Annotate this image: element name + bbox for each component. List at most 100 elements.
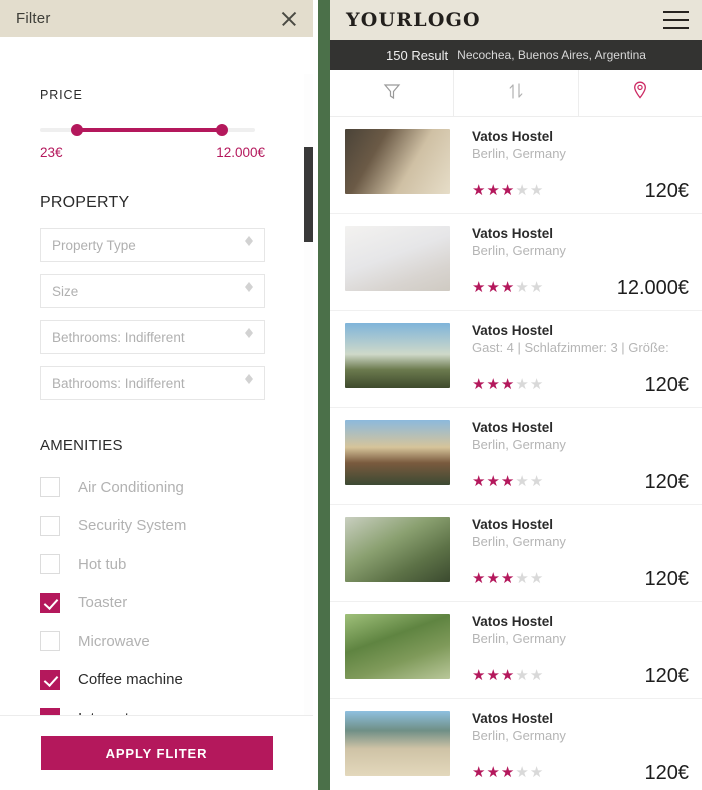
listing-title: Vatos Hostel [472, 517, 554, 532]
amenity-label: Coffee machine [78, 671, 183, 689]
star-icon: ★ [529, 473, 544, 490]
results-app: YOURLOGO 150 Result Necochea, Buenos Air… [330, 0, 702, 790]
amenity-label: Toaster [78, 594, 128, 612]
star-icon: ★ [486, 376, 500, 393]
listing-price: 12.000€ [616, 277, 689, 299]
map-pin-icon [630, 80, 650, 107]
listing-price: 120€ [644, 471, 690, 493]
close-icon[interactable] [279, 9, 299, 29]
star-icon: ★ [515, 182, 529, 199]
listing-title: Vatos Hostel [472, 226, 554, 241]
price-slider[interactable] [40, 123, 273, 137]
price-slider-values: 23€ 12.000€ [40, 145, 265, 160]
star-icon: ★ [472, 570, 486, 587]
listing-card[interactable]: Vatos Hostel Berlin, Germany ★ ★ ★ ★ ★ 120€ [330, 505, 702, 602]
listing-price: 120€ [644, 180, 690, 202]
listing-price: 120€ [644, 762, 690, 784]
amenity-row[interactable]: Microwave [40, 622, 273, 661]
spinner-icon[interactable] [244, 374, 253, 394]
amenity-checkbox[interactable] [40, 477, 60, 498]
price-max-value: 12.000€ [216, 145, 265, 160]
star-icon: ★ [500, 764, 515, 781]
amenity-label: Air Conditioning [78, 478, 184, 496]
amenity-row[interactable]: Coffee machine [40, 661, 273, 700]
listing-price: 120€ [644, 665, 690, 687]
star-icon: ★ [472, 764, 486, 781]
star-icon: ★ [529, 570, 544, 587]
price-slider-handle-min[interactable] [71, 124, 83, 136]
listing-title: Vatos Hostel [472, 711, 554, 726]
filter-title: Filter [16, 10, 51, 27]
amenity-row[interactable]: Air Conditioning [40, 468, 273, 507]
amenity-checkbox[interactable] [40, 631, 60, 652]
amenity-checkbox[interactable] [40, 554, 60, 575]
tab-sort[interactable] [454, 70, 579, 116]
star-icon: ★ [529, 182, 544, 199]
star-icon: ★ [500, 667, 515, 684]
filter-panel-header: Filter [0, 0, 313, 37]
listing-rating: ★ ★ ★ ★ ★ [472, 474, 543, 489]
listing-card[interactable]: Vatos Hostel Berlin, Germany ★ ★ ★ ★ ★ 120€ [330, 408, 702, 505]
listing-title: Vatos Hostel [472, 420, 554, 435]
listing-subtitle: Berlin, Germany [472, 146, 566, 161]
listing-title: Vatos Hostel [472, 129, 554, 144]
filter-scrollbar-thumb[interactable] [304, 147, 313, 242]
listing-card[interactable]: Vatos Hostel Berlin, Germany ★ ★ ★ ★ ★ 120€ [330, 117, 702, 214]
select-size[interactable]: Size [40, 274, 265, 308]
star-icon: ★ [500, 570, 515, 587]
star-icon: ★ [486, 279, 500, 296]
amenity-label: Internet [78, 710, 129, 715]
spinner-icon[interactable] [244, 282, 253, 302]
listing-rating: ★ ★ ★ ★ ★ [472, 571, 543, 586]
listing-thumbnail [345, 129, 450, 194]
amenities-section-label: AMENITIES [40, 437, 123, 454]
price-section-label: PRICE [40, 88, 83, 102]
star-icon: ★ [529, 764, 544, 781]
listing-rating: ★ ★ ★ ★ ★ [472, 183, 543, 198]
star-icon: ★ [486, 667, 500, 684]
amenity-checkbox[interactable] [40, 708, 60, 715]
star-icon: ★ [486, 182, 500, 199]
listing-title: Vatos Hostel [472, 614, 554, 629]
result-count: 150 Result [386, 47, 449, 63]
amenity-row[interactable]: Internet [40, 699, 273, 715]
listing-body: Vatos Hostel Berlin, Germany ★ ★ ★ ★ ★ 120€ [472, 517, 702, 591]
filter-scrollbar[interactable] [304, 74, 313, 715]
filter-body: PRICE 23€ 12.000€ PROPERTY Property Type [0, 37, 313, 715]
tool-bar [330, 70, 702, 117]
listing-subtitle: Berlin, Germany [472, 534, 566, 549]
spinner-icon[interactable] [244, 236, 253, 256]
select-bethrooms-value: Bethrooms: Indifferent [52, 329, 185, 345]
amenity-checkbox[interactable] [40, 515, 60, 536]
listing-card[interactable]: Vatos Hostel Berlin, Germany ★ ★ ★ ★ ★ 12.000€ [330, 214, 702, 311]
listing-body: Vatos Hostel Berlin, Germany ★ ★ ★ ★ ★ 12.000€ [472, 226, 702, 300]
apply-filter-button[interactable]: APPLY FLITER [40, 736, 273, 770]
listing-subtitle: Berlin, Germany [472, 243, 566, 258]
spinner-icon[interactable] [244, 328, 253, 348]
listing-card[interactable]: Vatos Hostel Berlin, Germany ★ ★ ★ ★ ★ 120€ [330, 602, 702, 699]
star-icon: ★ [500, 473, 515, 490]
select-bathrooms[interactable]: Bathrooms: Indifferent [40, 366, 265, 400]
listing-thumbnail [345, 711, 450, 776]
listing-body: Vatos Hostel Berlin, Germany ★ ★ ★ ★ ★ 120€ [472, 129, 702, 203]
amenity-checkbox[interactable] [40, 592, 60, 613]
star-icon: ★ [486, 473, 500, 490]
price-slider-handle-max[interactable] [216, 124, 228, 136]
listing-card[interactable]: Vatos Hostel Gast: 4 | Schlafzimmer: 3 | … [330, 311, 702, 408]
listing-body: Vatos Hostel Berlin, Germany ★ ★ ★ ★ ★ 120€ [472, 614, 702, 688]
amenity-row[interactable]: Hot tub [40, 545, 273, 584]
select-property-type[interactable]: Property Type [40, 228, 265, 262]
listing-price: 120€ [644, 568, 690, 590]
star-icon: ★ [500, 376, 515, 393]
amenity-checkbox[interactable] [40, 669, 60, 690]
tab-filter[interactable] [330, 70, 455, 116]
amenity-row[interactable]: Security System [40, 507, 273, 546]
listing-card[interactable]: Vatos Hostel Berlin, Germany ★ ★ ★ ★ ★ 120€ [330, 699, 702, 790]
hamburger-icon[interactable] [663, 11, 689, 29]
star-icon: ★ [515, 667, 529, 684]
star-icon: ★ [515, 473, 529, 490]
star-icon: ★ [529, 376, 544, 393]
tab-map[interactable] [579, 70, 702, 116]
amenity-row[interactable]: Toaster [40, 584, 273, 623]
select-bethrooms[interactable]: Bethrooms: Indifferent [40, 320, 265, 354]
